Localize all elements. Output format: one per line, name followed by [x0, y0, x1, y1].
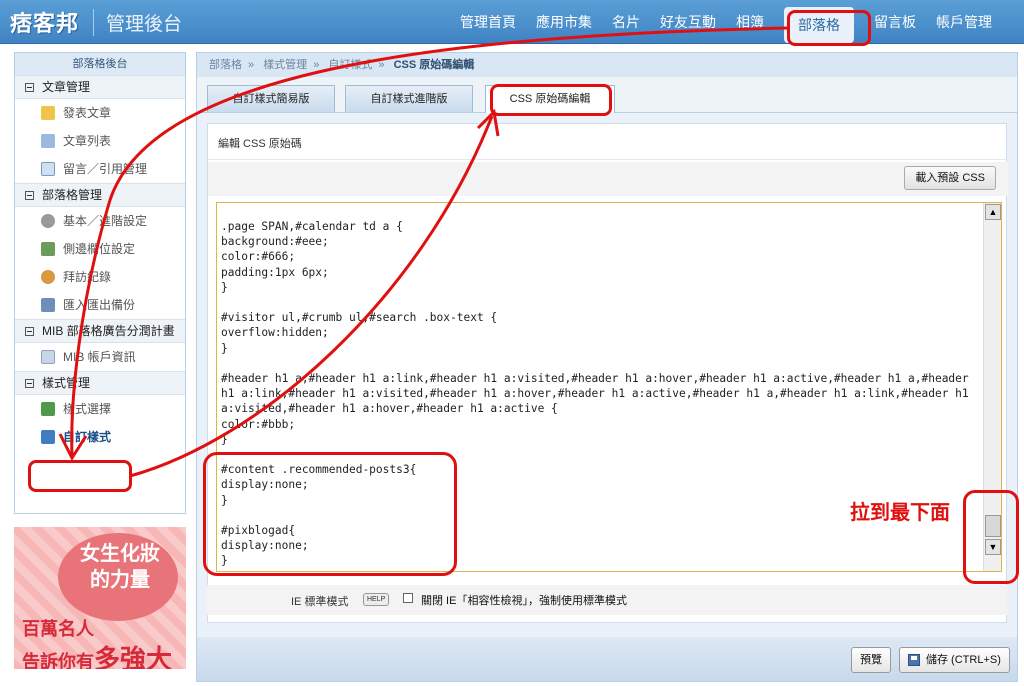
pencil-icon [41, 106, 55, 120]
speech-bubble-icon [41, 162, 55, 176]
sidebar-item-label: 側邊欄位設定 [63, 242, 136, 256]
users-icon [41, 270, 55, 284]
main-content: 部落格 » 樣式管理 » 自訂樣式 » CSS 原始碼編輯 自訂樣式簡易版 自訂樣式進… [196, 52, 1018, 682]
nav-account[interactable]: 帳戶管理 [936, 12, 992, 32]
ad-line-4: 告訴你有多強大 [22, 639, 172, 669]
preview-button[interactable]: 預覽 [851, 647, 891, 673]
top-nav: 管理首頁 應用市集 名片 好友互動 相簿 部落格 留言板 帳戶管理 [460, 0, 1012, 44]
code-icon [41, 430, 55, 444]
ad-line-4b: 多強大 [94, 644, 173, 669]
panel-title: 編輯 CSS 原始碼 [208, 124, 1006, 160]
breadcrumb-blog[interactable]: 部落格 [209, 59, 242, 71]
help-icon[interactable]: HELP [363, 593, 390, 606]
breadcrumb-current: CSS 原始碼編輯 [393, 59, 475, 71]
save-button[interactable]: 儲存 (CTRL+S) [899, 647, 1010, 673]
breadcrumb-separator: » [313, 59, 320, 71]
sidebar-item-label: MIB 帳戶資訊 [63, 350, 136, 364]
sidebar-item-label: 留言／引用管理 [63, 162, 148, 176]
scroll-thumb[interactable] [985, 515, 1001, 537]
editor-toolbar: 載入預設 CSS [208, 162, 1008, 196]
ie-compat-checkbox[interactable] [403, 593, 413, 603]
breadcrumb-separator: » [378, 59, 385, 71]
bottom-action-bar: 預覽 儲存 (CTRL+S) [197, 637, 1017, 681]
tab-advanced[interactable]: 自訂樣式進階版 [345, 85, 473, 112]
vertical-scrollbar[interactable]: ▲ ▼ [983, 203, 1001, 571]
ad-line-1: 女生化妝 [80, 543, 160, 565]
tab-css-source[interactable]: CSS 原始碼編輯 [485, 85, 615, 113]
section-label: MIB 部落格廣告分潤計畫 [42, 324, 175, 338]
nav-blog[interactable]: 部落格 [784, 7, 854, 43]
ie-compat-text[interactable]: 關閉 IE「相容性檢視」，強制使用標準模式 [421, 592, 627, 608]
backup-icon [41, 298, 55, 312]
breadcrumb-custom-style[interactable]: 自訂樣式 [328, 59, 372, 71]
sidebar-title: 部落格後台 [15, 53, 185, 75]
sidebar-item-label: 拜訪紀錄 [63, 270, 112, 284]
sidebar-item-new-post[interactable]: 發表文章 [15, 99, 185, 127]
nav-home[interactable]: 管理首頁 [460, 12, 516, 32]
sidebar-item-post-list[interactable]: 文章列表 [15, 127, 185, 155]
nav-album[interactable]: 相簿 [736, 12, 764, 32]
grid-icon [41, 402, 55, 416]
collapse-icon[interactable] [25, 82, 34, 92]
sidebar-item-label: 發表文章 [63, 106, 112, 120]
sidebar-item-comments[interactable]: 留言／引用管理 [15, 155, 185, 183]
sidebar-item-label: 文章列表 [63, 134, 112, 148]
id-card-icon [41, 350, 55, 364]
section-label: 文章管理 [42, 80, 91, 94]
collapse-icon[interactable] [25, 326, 34, 336]
nav-friends[interactable]: 好友互動 [660, 12, 716, 32]
breadcrumb-separator: » [248, 59, 255, 71]
sidebar-item-import-export[interactable]: 匯入匯出備份 [15, 291, 185, 319]
gear-icon [41, 214, 55, 228]
css-editor-panel: 編輯 CSS 原始碼 載入預設 CSS .page SPAN,#calendar… [207, 123, 1008, 623]
css-textarea[interactable]: .page SPAN,#calendar td a { background:#… [216, 202, 1002, 572]
load-default-css-button[interactable]: 載入預設 CSS [904, 166, 996, 190]
sidebar-item-style-select[interactable]: 樣式選擇 [15, 395, 185, 423]
section-label: 樣式管理 [42, 376, 91, 390]
ad-headline: 女生化妝 的力量 [70, 541, 170, 593]
sidebar-item-sidebar-settings[interactable]: 側邊欄位設定 [15, 235, 185, 263]
ad-line-4a: 告訴你有 [22, 652, 94, 669]
tab-simple[interactable]: 自訂樣式簡易版 [207, 85, 335, 112]
ad-banner[interactable]: 女生化妝的力量 百萬名人 告訴你有多強大 [14, 527, 186, 669]
css-code[interactable]: .page SPAN,#calendar td a { background:#… [221, 219, 973, 569]
tab-bar: 自訂樣式簡易版 自訂樣式進階版 CSS 原始碼編輯 [197, 77, 1017, 113]
section-mib-program[interactable]: MIB 部落格廣告分潤計畫 [15, 319, 185, 343]
ie-mode-row: IE 標準模式 HELP 關閉 IE「相容性檢視」，強制使用標準模式 [207, 585, 1007, 615]
brand-logo[interactable]: 痞客邦 [10, 6, 79, 38]
collapse-icon[interactable] [25, 378, 34, 388]
sidebar-item-visit-log[interactable]: 拜訪紀錄 [15, 263, 185, 291]
sidebar: 部落格後台 文章管理 發表文章 文章列表 留言／引用管理 部落格管理 基本／進階… [14, 52, 186, 514]
sidebar-item-label: 樣式選擇 [63, 402, 112, 416]
save-label: 儲存 (CTRL+S) [926, 654, 1001, 666]
sidebar-item-label: 自訂樣式 [63, 430, 112, 444]
admin-subtitle: 管理後台 [93, 8, 182, 36]
sidebar-item-mib-account[interactable]: MIB 帳戶資訊 [15, 343, 185, 371]
breadcrumb: 部落格 » 樣式管理 » 自訂樣式 » CSS 原始碼編輯 [197, 53, 1017, 77]
scroll-down-icon[interactable]: ▼ [985, 539, 1001, 555]
nav-app-market[interactable]: 應用市集 [536, 12, 592, 32]
ad-line-2: 的力量 [90, 569, 150, 591]
ad-line-3: 百萬名人 [22, 619, 94, 639]
breadcrumb-style-management[interactable]: 樣式管理 [263, 59, 307, 71]
nav-guestbook[interactable]: 留言板 [874, 12, 916, 32]
documents-icon [41, 134, 55, 148]
sidebar-item-settings[interactable]: 基本／進階設定 [15, 207, 185, 235]
section-blog-management[interactable]: 部落格管理 [15, 183, 185, 207]
sidebar-item-label: 匯入匯出備份 [63, 298, 136, 312]
logo[interactable]: 痞客邦 管理後台 [10, 6, 182, 38]
scroll-up-icon[interactable]: ▲ [985, 204, 1001, 220]
section-article-management[interactable]: 文章管理 [15, 75, 185, 99]
section-style-management[interactable]: 樣式管理 [15, 371, 185, 395]
layout-icon [41, 242, 55, 256]
sidebar-item-label: 基本／進階設定 [63, 214, 148, 228]
top-header: 痞客邦 管理後台 管理首頁 應用市集 名片 好友互動 相簿 部落格 留言板 帳戶… [0, 0, 1024, 44]
sidebar-item-custom-style[interactable]: 自訂樣式 [15, 423, 185, 451]
collapse-icon[interactable] [25, 190, 34, 200]
ie-mode-label: IE 標準模式 [291, 596, 349, 608]
floppy-disk-icon [908, 654, 920, 666]
preview-label: 預覽 [860, 654, 882, 666]
section-label: 部落格管理 [42, 188, 103, 202]
nav-card[interactable]: 名片 [612, 12, 640, 32]
